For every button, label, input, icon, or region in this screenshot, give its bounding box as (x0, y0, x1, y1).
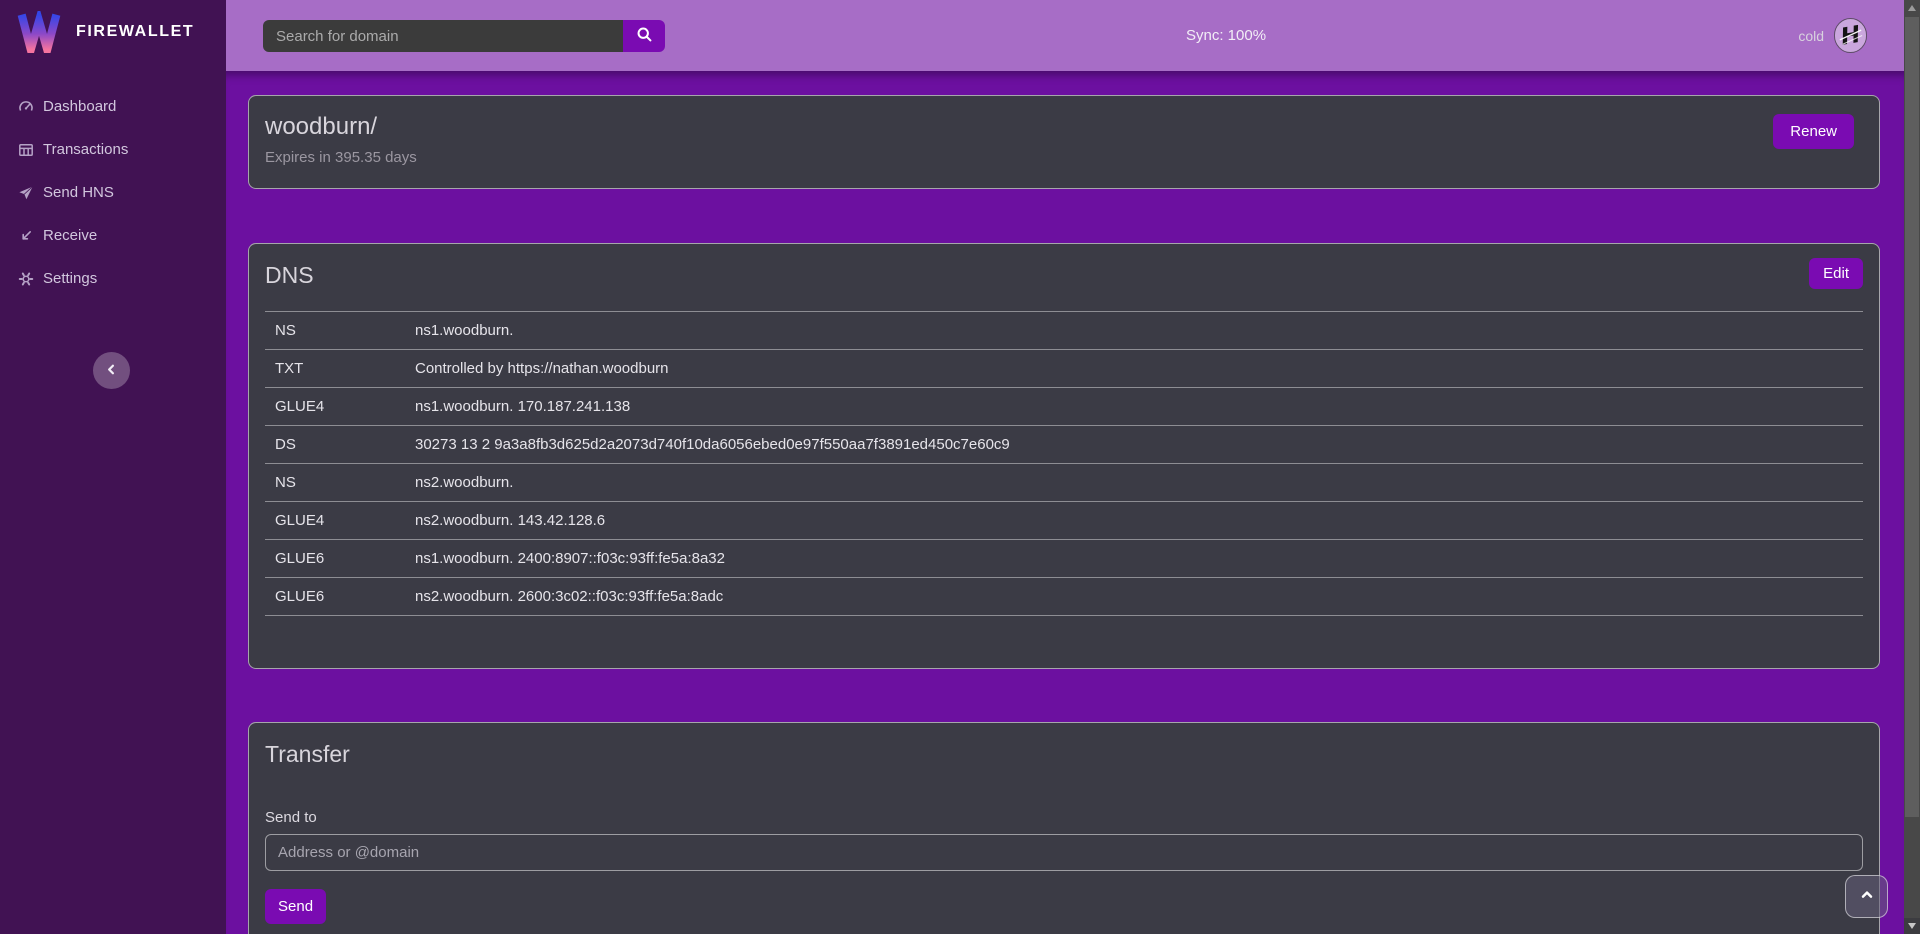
table-row: GLUE6 ns2.woodburn. 2600:3c02::f03c:93ff… (265, 578, 1863, 616)
sync-status: Sync: 100% (1186, 0, 1266, 71)
handshake-logo-icon: H (1833, 17, 1868, 54)
transfer-card: Transfer Send to Send (248, 722, 1880, 934)
domain-title: woodburn/ (265, 110, 1863, 144)
sidebar-item-dashboard[interactable]: Dashboard (0, 85, 226, 128)
record-type: GLUE4 (265, 388, 405, 426)
dns-card: DNS Edit NS ns1.woodburn. TXT Controlled… (248, 243, 1880, 669)
dns-records-table: NS ns1.woodburn. TXT Controlled by https… (265, 311, 1863, 616)
sidebar: FIREWALLET Dashboard Tran (0, 0, 226, 934)
sidebar-item-label: Transactions (43, 141, 128, 158)
table-row: TXT Controlled by https://nathan.woodbur… (265, 350, 1863, 388)
firewallet-logo-icon (16, 11, 62, 53)
sidebar-item-label: Dashboard (43, 98, 116, 115)
search-button[interactable] (623, 20, 665, 52)
record-type: NS (265, 312, 405, 350)
record-value: Controlled by https://nathan.woodburn (405, 350, 1863, 388)
record-value: ns1.woodburn. 170.187.241.138 (405, 388, 1863, 426)
chevron-up-icon (1859, 887, 1875, 906)
domain-search (263, 20, 665, 52)
sidebar-nav: Dashboard Transactions Send HNS (0, 85, 226, 300)
sidebar-item-receive[interactable]: Receive (0, 214, 226, 257)
main-content: woodburn/ Expires in 395.35 days Renew D… (226, 71, 1904, 934)
chevron-left-icon (104, 362, 119, 380)
send-icon (18, 185, 34, 201)
sidebar-item-transactions[interactable]: Transactions (0, 128, 226, 171)
record-value: 30273 13 2 9a3a8fb3d625d2a2073d740f10da6… (405, 426, 1863, 464)
transactions-icon (18, 142, 34, 158)
sidebar-item-label: Receive (43, 227, 97, 244)
domain-expiry: Expires in 395.35 days (265, 148, 1863, 168)
scroll-to-top-button[interactable] (1845, 875, 1888, 918)
scrollbar-thumb[interactable] (1905, 17, 1919, 817)
scrollbar-down-arrow-icon[interactable] (1904, 918, 1920, 934)
record-value: ns1.woodburn. 2400:8907::f03c:93ff:fe5a:… (405, 540, 1863, 578)
table-row: NS ns1.woodburn. (265, 312, 1863, 350)
wallet-name: cold (1798, 28, 1824, 44)
transfer-address-input[interactable] (265, 834, 1863, 871)
record-type: NS (265, 464, 405, 502)
table-row: GLUE6 ns1.woodburn. 2400:8907::f03c:93ff… (265, 540, 1863, 578)
search-input[interactable] (263, 20, 623, 52)
table-row: GLUE4 ns2.woodburn. 143.42.128.6 (265, 502, 1863, 540)
sidebar-collapse-button[interactable] (93, 352, 130, 389)
brand: FIREWALLET (0, 0, 226, 63)
record-type: DS (265, 426, 405, 464)
search-icon (636, 26, 653, 46)
record-value: ns1.woodburn. (405, 312, 1863, 350)
sidebar-item-label: Send HNS (43, 184, 114, 201)
scrollbar[interactable] (1904, 0, 1920, 934)
table-row: GLUE4 ns1.woodburn. 170.187.241.138 (265, 388, 1863, 426)
dns-card-title: DNS (265, 258, 1863, 292)
sidebar-item-settings[interactable]: Settings (0, 257, 226, 300)
send-transfer-button[interactable]: Send (265, 889, 326, 924)
settings-icon (18, 271, 34, 287)
sidebar-item-label: Settings (43, 270, 97, 287)
table-row: DS 30273 13 2 9a3a8fb3d625d2a2073d740f10… (265, 426, 1863, 464)
record-value: ns2.woodburn. 2600:3c02::f03c:93ff:fe5a:… (405, 578, 1863, 616)
domain-card: woodburn/ Expires in 395.35 days Renew (248, 95, 1880, 189)
wallet-selector[interactable]: cold H (1798, 0, 1868, 71)
sidebar-item-send-hns[interactable]: Send HNS (0, 171, 226, 214)
record-type: GLUE6 (265, 578, 405, 616)
edit-dns-button[interactable]: Edit (1809, 258, 1863, 289)
send-to-label: Send to (265, 809, 1863, 826)
scrollbar-up-arrow-icon[interactable] (1904, 0, 1920, 16)
record-type: GLUE4 (265, 502, 405, 540)
record-value: ns2.woodburn. 143.42.128.6 (405, 502, 1863, 540)
brand-name: FIREWALLET (76, 23, 194, 41)
table-row: NS ns2.woodburn. (265, 464, 1863, 502)
topbar: Sync: 100% cold H (226, 0, 1904, 71)
receive-icon (18, 228, 34, 244)
dashboard-icon (18, 99, 34, 115)
transfer-card-title: Transfer (265, 737, 1863, 771)
record-type: TXT (265, 350, 405, 388)
renew-button[interactable]: Renew (1773, 114, 1854, 149)
record-value: ns2.woodburn. (405, 464, 1863, 502)
record-type: GLUE6 (265, 540, 405, 578)
